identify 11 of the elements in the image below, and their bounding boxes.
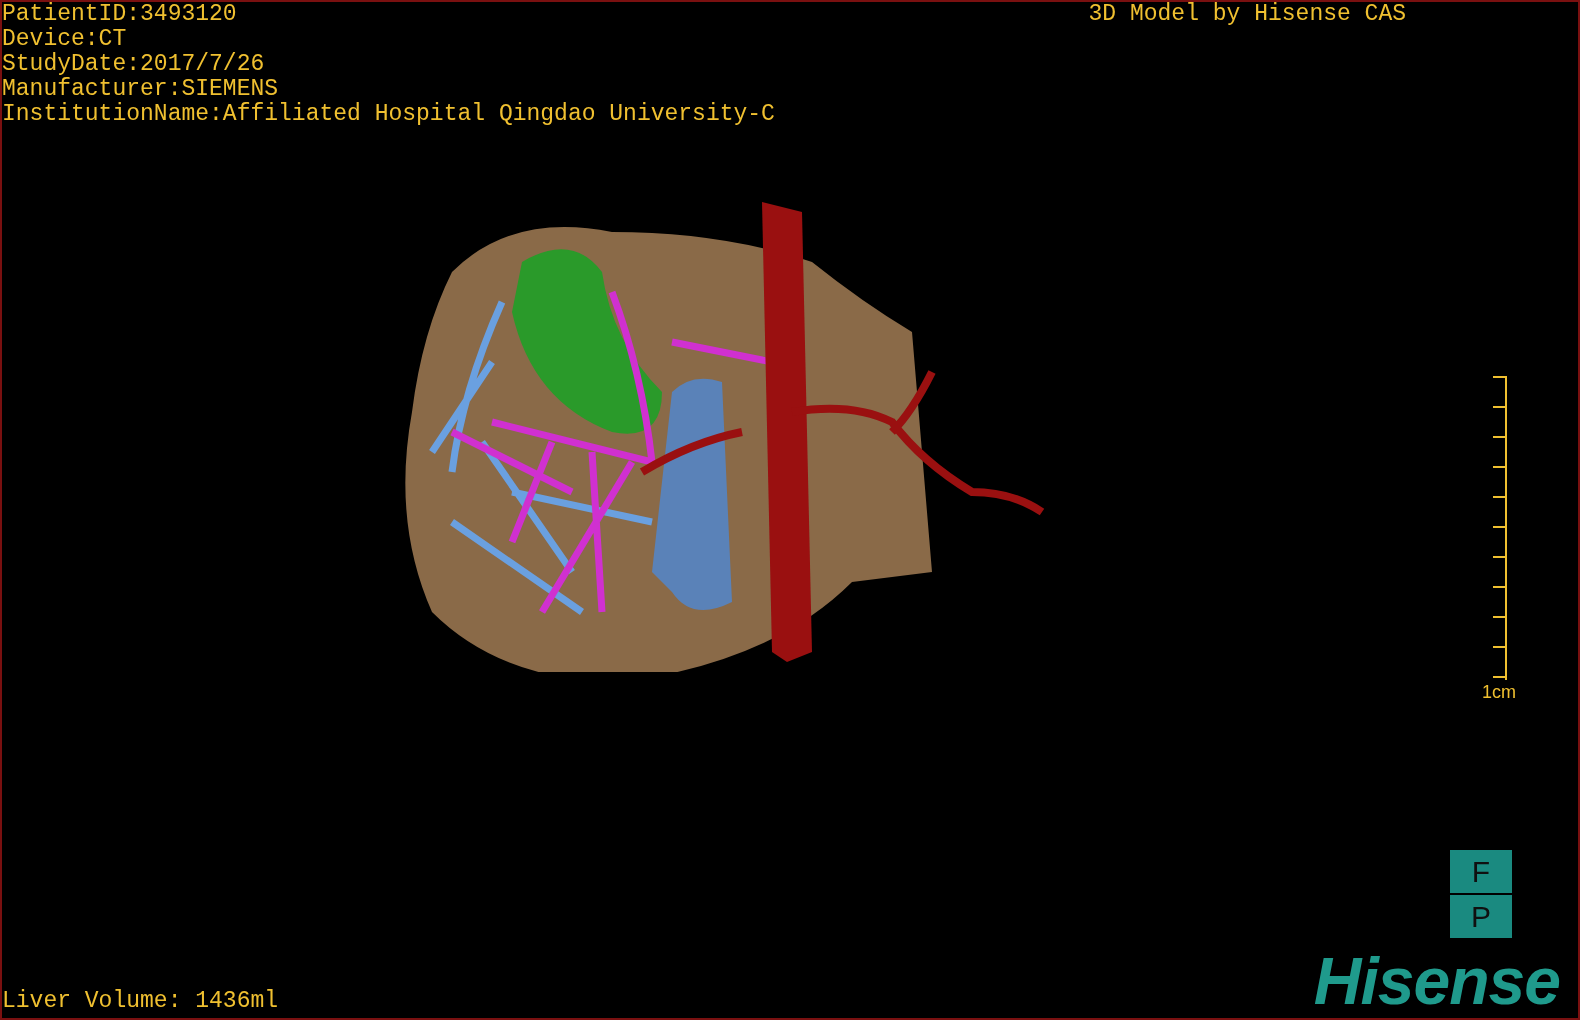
patient-info-line: PatientID:3493120 — [2, 2, 237, 27]
patient-info-line: InstitutionName:Affiliated Hospital Qingdao University-C — [2, 102, 775, 127]
patient-info-line: Manufacturer:SIEMENS — [2, 77, 279, 102]
patient-info-line: Device:CT — [2, 27, 127, 52]
brand-logo: Hisense — [1313, 948, 1561, 1014]
viewer-title: 3D Model by Hisense CAS — [1088, 2, 1407, 27]
liver-volume: Liver Volume: 1436ml — [2, 989, 279, 1014]
orientation-label: F — [1450, 850, 1512, 895]
orientation-label: P — [1470, 898, 1492, 935]
patient-info-line: StudyDate:2017/7/26 — [2, 52, 265, 77]
scale-label: 1cm — [1482, 680, 1516, 703]
